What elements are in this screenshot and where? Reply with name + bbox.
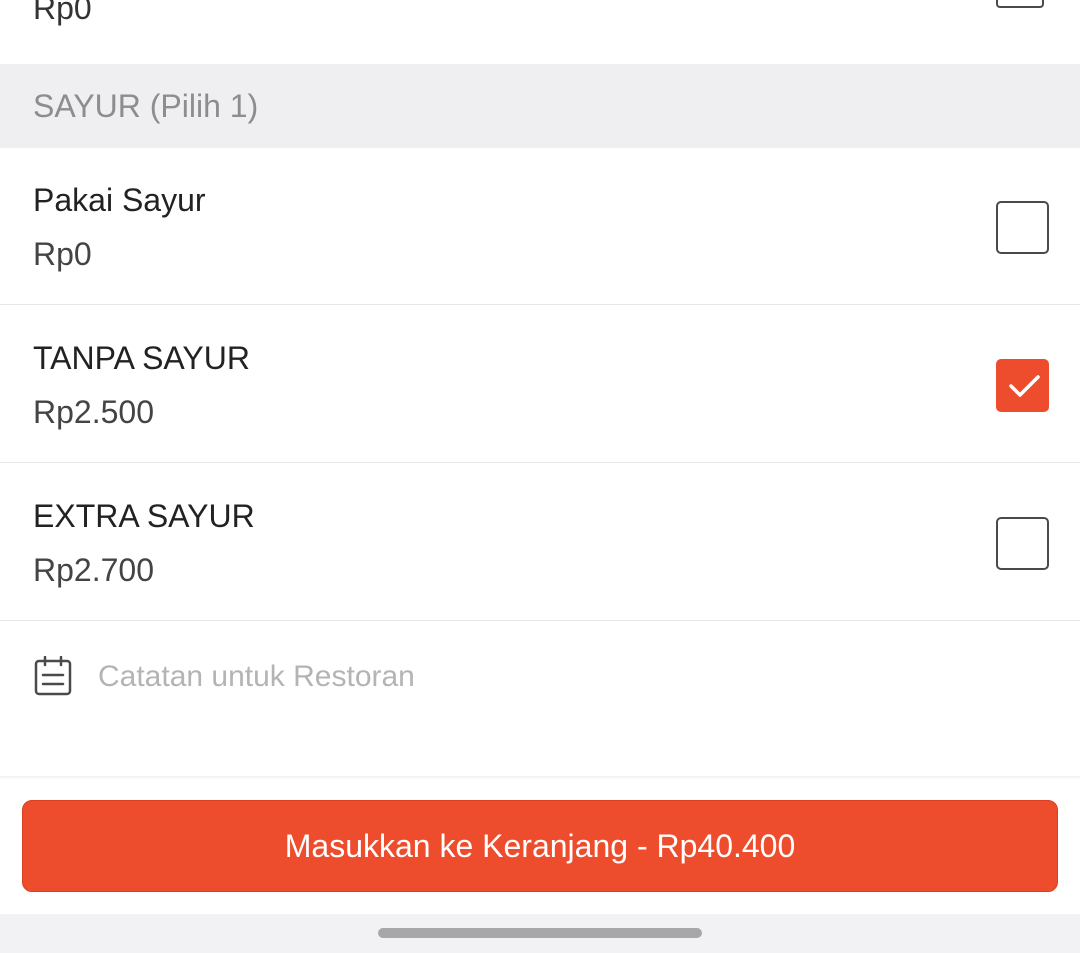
option-name: Pakai Sayur bbox=[33, 182, 206, 218]
system-navigation-area bbox=[0, 914, 1080, 953]
option-name: EXTRA SAYUR bbox=[33, 498, 255, 534]
section-title: SAYUR (Pilih 1) bbox=[33, 88, 259, 124]
option-price: Rp0 bbox=[33, 0, 92, 26]
option-price: Rp2.700 bbox=[33, 552, 154, 588]
home-indicator[interactable] bbox=[378, 928, 702, 938]
option-price: Rp0 bbox=[33, 236, 92, 272]
option-checkbox[interactable] bbox=[996, 0, 1044, 8]
add-to-cart-button[interactable]: Masukkan ke Keranjang - Rp40.400 bbox=[22, 800, 1058, 892]
notepad-icon bbox=[34, 656, 72, 696]
option-checkbox[interactable] bbox=[996, 517, 1049, 570]
bottom-action-bar: Masukkan ke Keranjang - Rp40.400 bbox=[0, 780, 1080, 914]
checkmark-icon bbox=[1009, 375, 1040, 397]
option-price: Rp2.500 bbox=[33, 394, 154, 430]
option-row-tanpa-sayur[interactable]: TANPA SAYUR Rp2.500 bbox=[0, 306, 1080, 463]
restaurant-notes-input[interactable] bbox=[98, 657, 1038, 697]
section-header-sayur: SAYUR (Pilih 1) bbox=[0, 64, 1080, 148]
option-row-pakai-sayur[interactable]: Pakai Sayur Rp0 bbox=[0, 148, 1080, 305]
option-checkbox-checked[interactable] bbox=[996, 359, 1049, 412]
option-name: TANPA SAYUR bbox=[33, 340, 250, 376]
option-row-extra-sayur[interactable]: EXTRA SAYUR Rp2.700 bbox=[0, 464, 1080, 621]
option-row-previous[interactable]: Rp0 bbox=[0, 0, 1080, 64]
restaurant-notes-row[interactable] bbox=[0, 621, 1080, 731]
option-checkbox[interactable] bbox=[996, 201, 1049, 254]
